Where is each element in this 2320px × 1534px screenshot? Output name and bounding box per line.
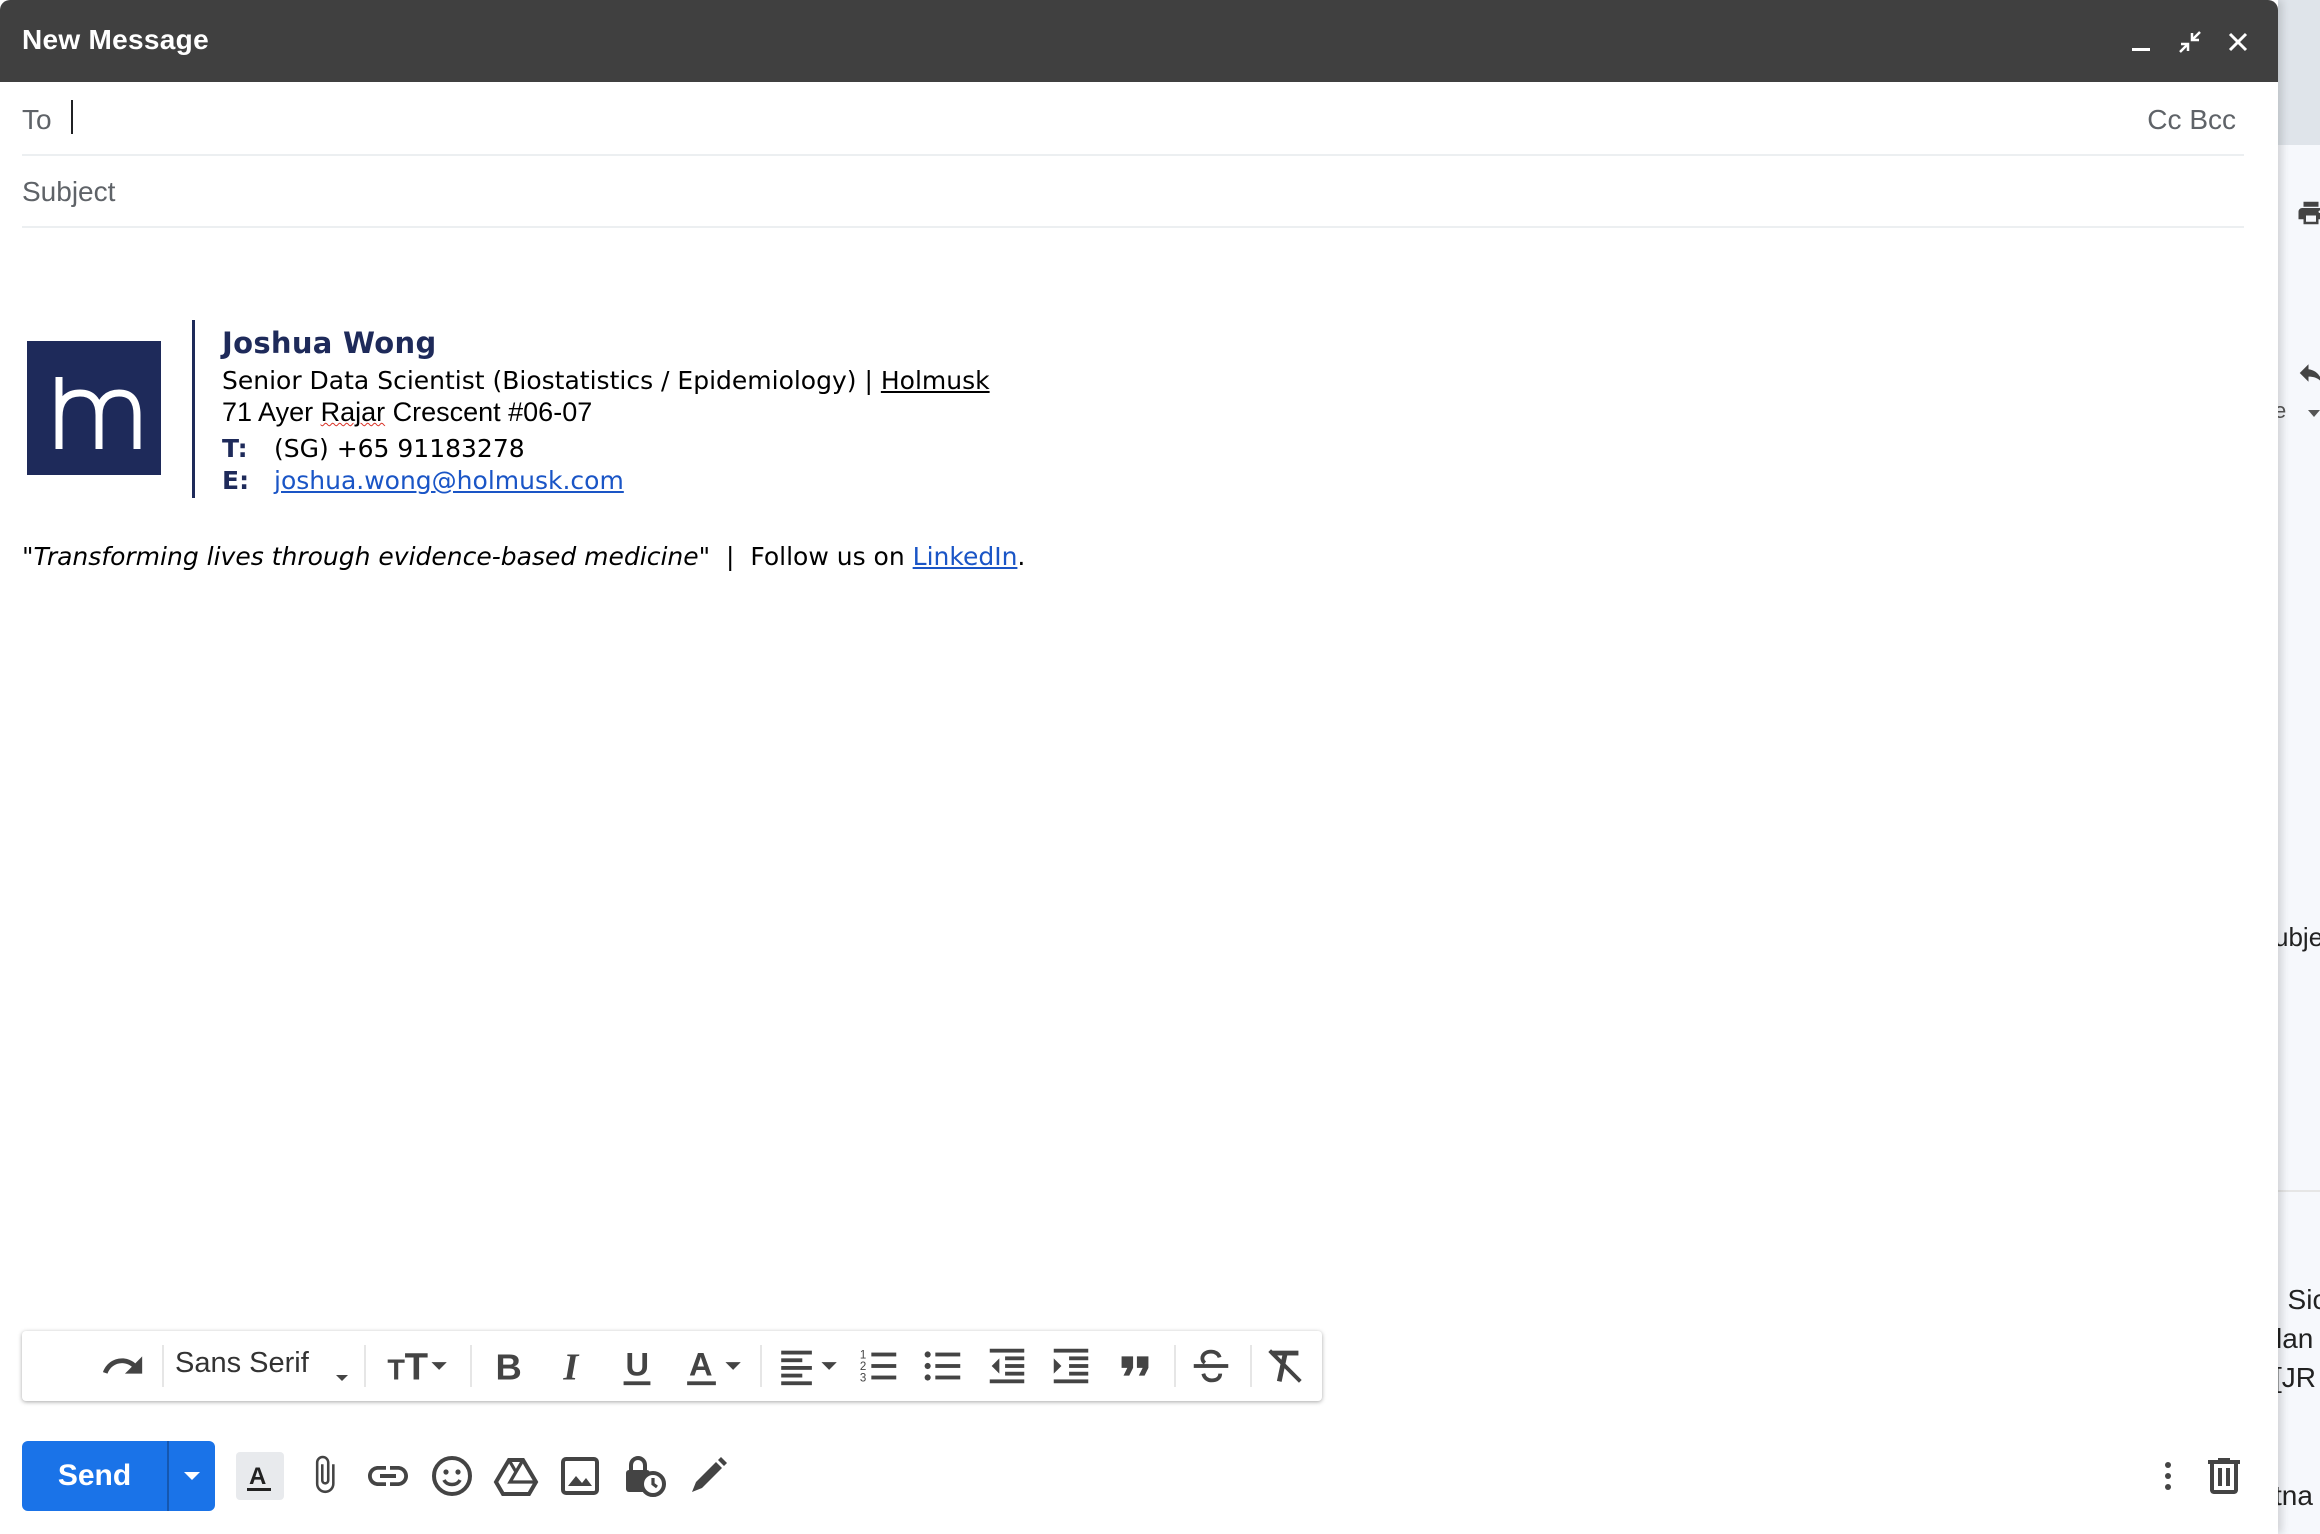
background-header [2278, 0, 2320, 145]
chevron-down-icon[interactable] [332, 1355, 352, 1401]
background-text-fragment: lan [2278, 1323, 2314, 1354]
address-text: 71 Ayer [222, 397, 321, 427]
toolbar-separator [364, 1345, 366, 1387]
period: . [1017, 542, 1026, 571]
undo-icon[interactable] [36, 1343, 82, 1389]
background-text-fragment: ubje [2278, 922, 2320, 952]
compose-title: New Message [22, 24, 209, 55]
font-family-select[interactable]: Sans Serif [175, 1347, 309, 1380]
indent-less-icon[interactable] [984, 1343, 1030, 1389]
font-family-value: Sans Serif [175, 1347, 309, 1379]
svg-text:T: T [387, 1354, 405, 1386]
emoji-icon[interactable] [428, 1452, 476, 1500]
background-text-fragment: [JR [2278, 1362, 2316, 1393]
subject-field-row[interactable]: Subject [22, 154, 2244, 228]
svg-text:T: T [405, 1345, 428, 1388]
attach-icon[interactable] [300, 1452, 348, 1500]
background-text-fragment: ; Sic [2278, 1284, 2320, 1315]
numbered-list-icon[interactable]: 123 [856, 1343, 902, 1389]
schedule-send-dropdown-icon[interactable] [169, 1441, 215, 1511]
signature-job-title: Senior Data Scientist (Biostatistics / E… [222, 366, 857, 395]
background-app-strip: e ubje ; Sic lan [JR tna [2278, 0, 2320, 1534]
formatting-options-icon[interactable]: A [236, 1452, 284, 1500]
close-icon[interactable] [2218, 22, 2258, 62]
toolbar-separator [470, 1345, 472, 1387]
redo-icon[interactable] [100, 1343, 146, 1389]
font-size-icon[interactable]: T T [384, 1343, 454, 1389]
signature-phone-line: T: (SG) +65 91183278 [222, 434, 525, 463]
cc-link[interactable]: Cc [2147, 104, 2181, 135]
signature-name: Joshua Wong [222, 326, 437, 360]
signature-title-line: Senior Data Scientist (Biostatistics / E… [222, 366, 990, 395]
compose-window: New Message To Cc Bcc Subject Joshua Won… [0, 0, 2278, 1534]
remove-formatting-icon[interactable] [1262, 1343, 1308, 1389]
reply-icon[interactable] [2296, 358, 2320, 388]
svg-text:B: B [496, 1346, 522, 1387]
underline-icon[interactable]: U [614, 1343, 660, 1389]
separator: | [856, 366, 881, 395]
address-text: Crescent #06-07 [385, 397, 593, 427]
linkedin-link[interactable]: LinkedIn [913, 542, 1018, 571]
tagline-quote: "Transforming lives through evidence-bas… [22, 542, 711, 571]
signature-divider [192, 320, 195, 498]
svg-text:A: A [689, 1347, 713, 1383]
follow-text: Follow us on [750, 542, 913, 571]
toolbar-separator [1174, 1345, 1176, 1387]
link-icon[interactable] [364, 1452, 412, 1500]
drive-icon[interactable] [492, 1452, 540, 1500]
text-color-icon[interactable]: A [678, 1343, 748, 1389]
svg-text:I: I [562, 1346, 579, 1388]
phone-label: T: [222, 434, 248, 463]
discard-icon[interactable] [2200, 1452, 2248, 1500]
signature-icon[interactable] [684, 1452, 732, 1500]
cc-bcc-links: Cc Bcc [2147, 104, 2236, 136]
signature-address: 71 Ayer Rajar Crescent #06-07 [222, 397, 592, 428]
print-icon[interactable] [2296, 198, 2320, 228]
company-link[interactable]: Holmusk [881, 366, 990, 395]
svg-text:A: A [249, 1463, 266, 1490]
compose-titlebar[interactable]: New Message [0, 0, 2278, 82]
svg-text:U: U [626, 1347, 650, 1383]
subject-input[interactable]: Subject [22, 176, 115, 208]
bold-icon[interactable]: B [484, 1343, 530, 1389]
to-field-row[interactable]: To Cc Bcc [22, 82, 2244, 156]
send-button[interactable]: Send [22, 1441, 215, 1511]
email-label: E: [222, 466, 250, 495]
tagline-line: "Transforming lives through evidence-bas… [22, 542, 1025, 571]
email-link[interactable]: joshua.wong@holmusk.com [274, 466, 624, 495]
svg-text:1: 1 [860, 1349, 866, 1361]
divider [2278, 1190, 2320, 1192]
minimize-icon[interactable] [2122, 22, 2162, 62]
formatting-toolbar: Sans Serif T T B I U A 123 [22, 1331, 1322, 1401]
exit-fullscreen-icon[interactable] [2170, 22, 2210, 62]
background-text-fragment: e [2278, 398, 2287, 423]
background-text-fragment: tna [2278, 1480, 2313, 1511]
photo-icon[interactable] [556, 1452, 604, 1500]
align-icon[interactable] [774, 1343, 844, 1389]
italic-icon[interactable]: I [550, 1343, 596, 1389]
toolbar-separator [162, 1345, 164, 1387]
toolbar-separator [760, 1345, 762, 1387]
to-label: To [22, 104, 52, 135]
toolbar-separator [1250, 1345, 1252, 1387]
text-cursor [71, 100, 73, 134]
more-options-icon[interactable] [2144, 1452, 2192, 1500]
quote-icon[interactable] [1112, 1343, 1158, 1389]
phone-number: (SG) +65 91183278 [274, 434, 525, 463]
bulleted-list-icon[interactable] [920, 1343, 966, 1389]
misspelled-word[interactable]: Rajar [321, 397, 386, 427]
chevron-down-icon[interactable] [2308, 410, 2320, 418]
svg-text:2: 2 [860, 1361, 866, 1373]
indent-more-icon[interactable] [1048, 1343, 1094, 1389]
svg-text:3: 3 [860, 1372, 866, 1384]
company-logo [27, 341, 161, 475]
bcc-link[interactable]: Bcc [2189, 104, 2236, 135]
separator: | [710, 542, 751, 571]
signature-email-line: E: joshua.wong@holmusk.com [222, 466, 624, 495]
confidential-mode-icon[interactable] [620, 1452, 668, 1500]
send-label: Send [57, 1459, 132, 1492]
strikethrough-icon[interactable] [1188, 1343, 1234, 1389]
